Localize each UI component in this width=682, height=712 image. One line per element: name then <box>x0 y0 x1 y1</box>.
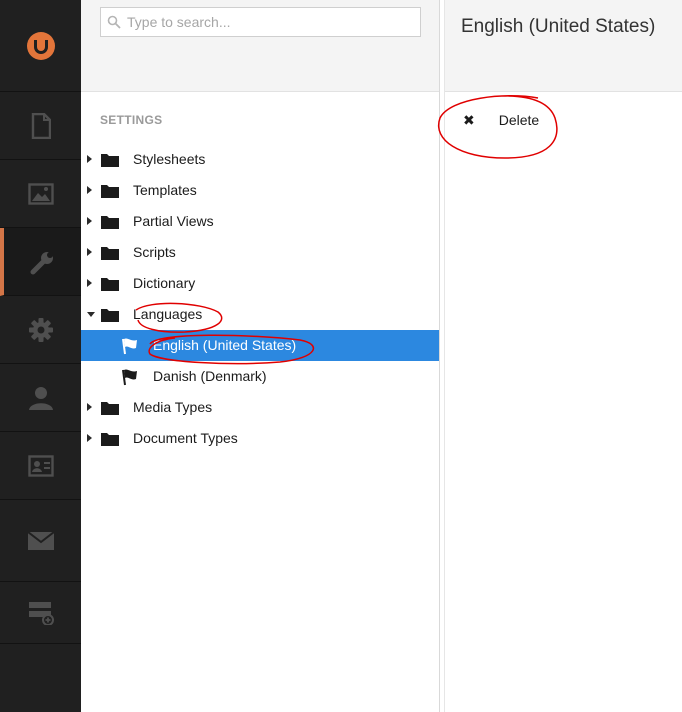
folder-icon <box>101 185 119 198</box>
close-icon: ✖ <box>463 111 475 128</box>
tree-node-document-types[interactable]: Document Types <box>81 423 439 454</box>
tree-node-label: Media Types <box>133 399 213 415</box>
add-section-button[interactable] <box>0 582 81 644</box>
tree-node-label: Languages <box>133 306 203 322</box>
developer-section-button[interactable] <box>0 296 81 364</box>
search-icon <box>107 15 121 29</box>
expand-arrow-icon[interactable] <box>87 155 92 163</box>
actions-header: English (United States) <box>445 0 682 92</box>
user-icon <box>28 386 53 410</box>
tree-header <box>81 0 439 92</box>
section-rail <box>0 0 81 712</box>
tree-node-label: Document Types <box>133 430 238 446</box>
folder-icon <box>101 402 119 415</box>
delete-action-label: Delete <box>498 112 540 128</box>
tree-node-dictionary[interactable]: Dictionary <box>81 268 439 299</box>
delete-action[interactable]: ✖ Delete <box>461 108 539 132</box>
folder-icon <box>101 433 119 446</box>
users-section-button[interactable] <box>0 364 81 432</box>
wrench-icon <box>30 251 53 274</box>
add-section-icon <box>28 601 54 625</box>
tree-node-label: Danish (Denmark) <box>153 368 267 384</box>
expand-arrow-icon[interactable] <box>87 186 92 194</box>
folder-icon <box>101 216 119 229</box>
tree-node-templates[interactable]: Templates <box>81 175 439 206</box>
search-box[interactable] <box>100 7 421 37</box>
flag-icon <box>122 338 137 355</box>
tree-node-scripts[interactable]: Scripts <box>81 237 439 268</box>
section-title: SETTINGS <box>100 113 163 127</box>
actions-panel: English (United States) ✖ Delete <box>444 0 682 712</box>
tree-node-stylesheets[interactable]: Stylesheets <box>81 144 439 175</box>
expand-arrow-icon[interactable] <box>87 403 92 411</box>
folder-icon <box>101 278 119 291</box>
media-section-button[interactable] <box>0 160 81 228</box>
tree-node-danish-denmark[interactable]: Danish (Denmark) <box>81 361 439 392</box>
document-icon <box>31 112 51 139</box>
image-icon <box>27 182 54 205</box>
tree-node-label: Scripts <box>133 244 176 260</box>
tree-node-label: Dictionary <box>133 275 196 291</box>
id-card-icon <box>27 454 54 477</box>
expand-arrow-icon[interactable] <box>87 217 92 225</box>
content-section-button[interactable] <box>0 92 81 160</box>
tree-node-label: English (United States) <box>153 337 297 353</box>
search-input[interactable] <box>127 14 407 30</box>
tree-node-label: Stylesheets <box>133 151 206 167</box>
members-section-button[interactable] <box>0 432 81 500</box>
flag-icon <box>122 369 137 386</box>
expand-arrow-icon[interactable] <box>87 434 92 442</box>
folder-icon <box>101 247 119 260</box>
forms-section-button[interactable] <box>0 500 81 582</box>
page-title: English (United States) <box>461 16 656 37</box>
umbraco-logo-icon <box>26 31 55 60</box>
tree-node-english-united-states[interactable]: English (United States) <box>81 330 439 361</box>
tree-node-label: Partial Views <box>133 213 214 229</box>
umbraco-logo-button[interactable] <box>0 0 81 92</box>
settings-section-button[interactable] <box>0 228 81 296</box>
tree-node-media-types[interactable]: Media Types <box>81 392 439 423</box>
envelope-icon <box>27 531 54 550</box>
expand-arrow-icon[interactable] <box>87 279 92 287</box>
tree-node-partial-views[interactable]: Partial Views <box>81 206 439 237</box>
folder-icon <box>101 154 119 167</box>
collapse-arrow-icon[interactable] <box>87 312 95 317</box>
tree-node-label: Templates <box>133 182 197 198</box>
folder-icon <box>101 309 119 322</box>
expand-arrow-icon[interactable] <box>87 248 92 256</box>
tree-node-languages[interactable]: Languages <box>81 299 439 330</box>
gear-icon <box>28 317 53 342</box>
tree-panel: SETTINGS Stylesheets Templates Partial V… <box>81 0 440 712</box>
